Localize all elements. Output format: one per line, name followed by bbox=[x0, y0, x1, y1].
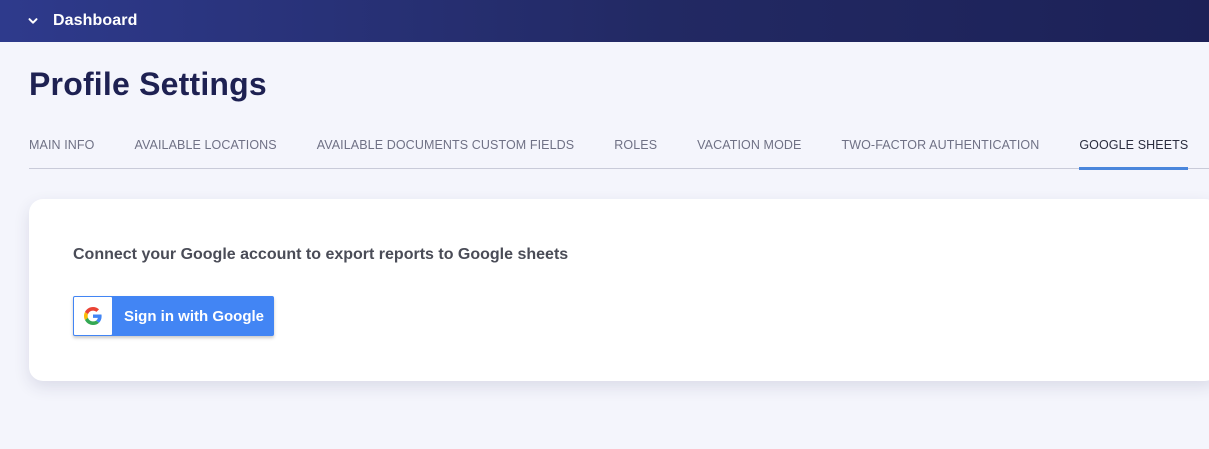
settings-tabs: MAIN INFO AVAILABLE LOCATIONS AVAILABLE … bbox=[29, 126, 1209, 170]
google-sheets-card: Connect your Google account to export re… bbox=[29, 199, 1209, 381]
top-bar: Dashboard bbox=[0, 0, 1209, 42]
tab-roles[interactable]: ROLES bbox=[614, 126, 657, 169]
tab-two-factor-authentication[interactable]: TWO-FACTOR AUTHENTICATION bbox=[841, 126, 1039, 169]
tab-google-sheets[interactable]: GOOGLE SHEETS bbox=[1079, 126, 1189, 170]
google-button-label: Sign in with Google bbox=[124, 307, 264, 325]
tab-available-locations[interactable]: AVAILABLE LOCATIONS bbox=[134, 126, 276, 169]
page-title: Profile Settings bbox=[29, 66, 267, 102]
tab-available-documents-custom-fields[interactable]: AVAILABLE DOCUMENTS CUSTOM FIELDS bbox=[317, 126, 575, 169]
tab-vacation-mode[interactable]: VACATION MODE bbox=[697, 126, 801, 169]
tab-main-info[interactable]: MAIN INFO bbox=[29, 126, 94, 169]
sign-in-with-google-button[interactable]: Sign in with Google bbox=[73, 296, 274, 336]
chevron-down-icon[interactable] bbox=[25, 13, 41, 29]
connect-description: Connect your Google account to export re… bbox=[73, 246, 569, 263]
google-g-icon bbox=[74, 297, 112, 335]
dashboard-title[interactable]: Dashboard bbox=[53, 12, 137, 30]
